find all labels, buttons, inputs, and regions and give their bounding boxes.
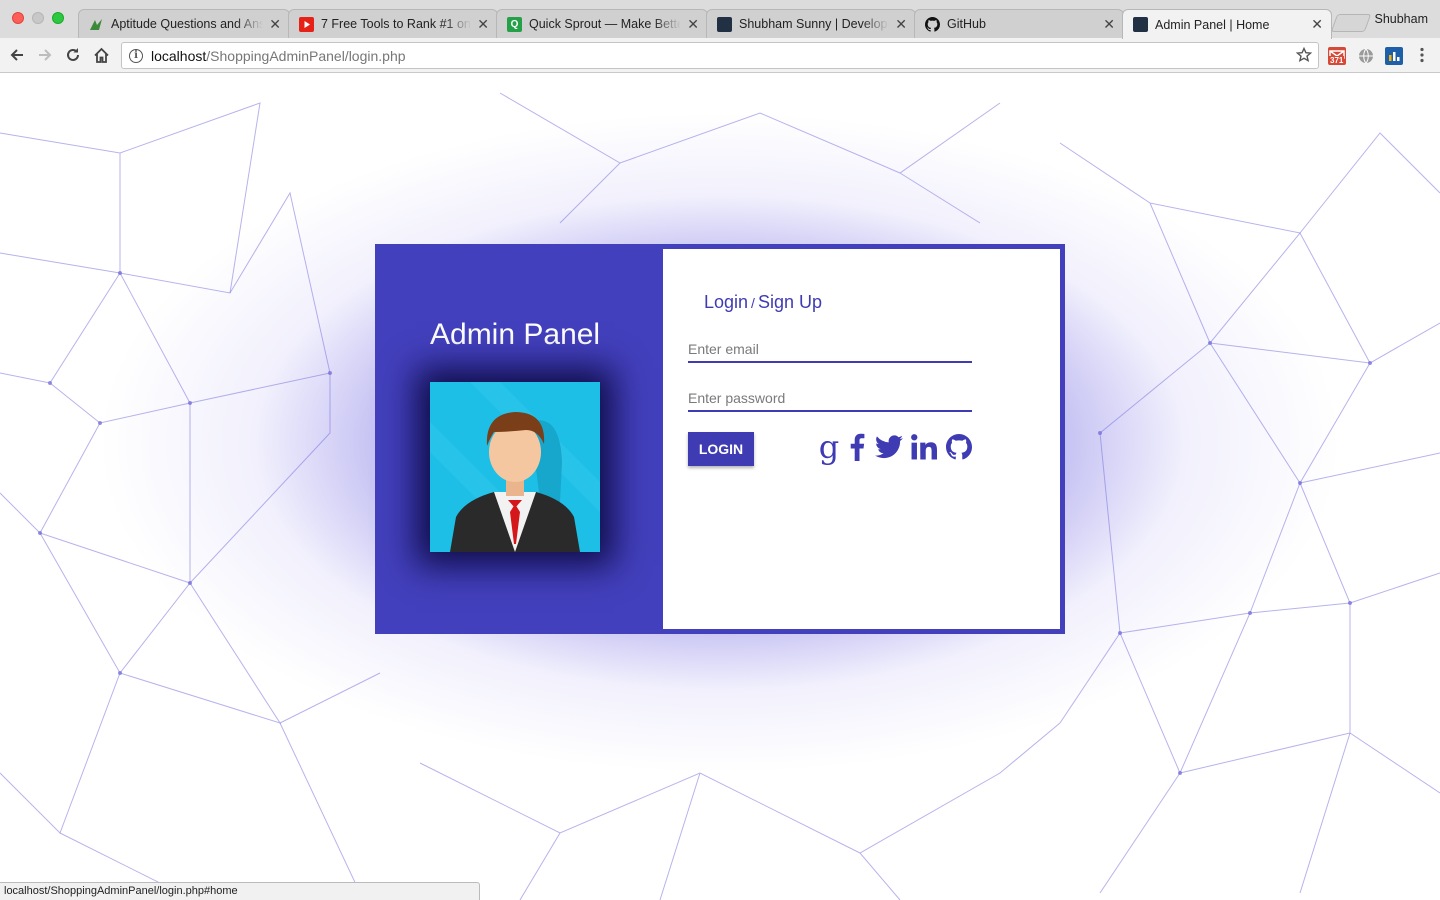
profile-name[interactable]: Shubham [1374, 12, 1428, 26]
tab-title: Shubham Sunny | Developer [739, 17, 890, 31]
panel-title: Admin Panel [430, 318, 601, 351]
github-icon[interactable] [945, 432, 973, 462]
google-icon[interactable]: g [818, 431, 840, 463]
tab-close-icon[interactable]: ✕ [269, 16, 281, 33]
browser-tab[interactable]: Aptitude Questions and Answers ✕ [78, 9, 290, 38]
browser-tab-strip: Aptitude Questions and Answers ✕ 7 Free … [0, 0, 1440, 39]
gmail-extension-icon[interactable]: 371 [1328, 47, 1346, 65]
forward-arrow-icon[interactable] [33, 43, 57, 67]
browser-tab[interactable]: GitHub ✕ [914, 9, 1124, 38]
facebook-icon[interactable] [848, 432, 866, 462]
login-card: Admin Panel Login / Sign Up Enter email … [375, 244, 1065, 634]
email-field[interactable] [688, 337, 972, 363]
tab-close-icon[interactable]: ✕ [1103, 16, 1115, 33]
linkedin-icon[interactable] [910, 432, 938, 462]
url-host: localhost [151, 47, 207, 64]
login-form-panel: Login/Sign Up LOGIN g [663, 249, 1060, 629]
tab-title: GitHub [947, 17, 986, 31]
tab-close-icon[interactable]: ✕ [477, 16, 489, 33]
admin-avatar [430, 382, 600, 552]
url-path: /ShoppingAdminPanel/login.php [206, 47, 406, 64]
tab-title: 7 Free Tools to Rank #1 on Google [321, 17, 471, 31]
quicksprout-icon: Q [507, 16, 522, 32]
tab-close-icon[interactable]: ✕ [895, 16, 907, 33]
tab-close-icon[interactable]: ✕ [687, 16, 699, 33]
reload-icon[interactable] [61, 43, 85, 67]
browser-tab-active[interactable]: Admin Panel | Home ✕ [1122, 9, 1332, 39]
login-button[interactable]: LOGIN [688, 432, 754, 466]
form-heading: Login / Sign Up [704, 292, 822, 313]
extension-badge: 371 [1329, 56, 1345, 65]
link-status-bar: localhost/ShoppingAdminPanel/login.php#h… [0, 882, 480, 900]
browser-tab[interactable]: Q Quick Sprout — Make Better Marketing ✕ [496, 9, 708, 38]
tab-close-icon[interactable]: ✕ [1311, 16, 1323, 33]
back-arrow-icon[interactable] [5, 43, 29, 67]
tab-title: Quick Sprout — Make Better Marketing [529, 17, 681, 31]
heading-separator: / [751, 295, 755, 311]
youtube-icon [299, 16, 314, 32]
window-close-button[interactable] [12, 12, 24, 24]
password-field[interactable] [688, 386, 972, 412]
globe-extension-icon[interactable] [1357, 47, 1375, 65]
address-bar[interactable]: i localhost/ShoppingAdminPanel/login.php [121, 42, 1319, 69]
login-tab-link[interactable]: Login [704, 292, 748, 312]
browser-tab[interactable]: Shubham Sunny | Developer ✕ [706, 9, 916, 38]
browser-menu-icon[interactable] [1410, 43, 1434, 67]
card-brand-panel: Admin Panel [375, 244, 663, 634]
businessman-avatar-icon [430, 382, 600, 552]
profile-photo-icon [1133, 17, 1148, 32]
signup-tab-link[interactable]: Sign Up [758, 292, 822, 312]
window-maximize-button[interactable] [52, 12, 64, 24]
page-content: Admin Panel Login / Sign Up Enter email … [0, 73, 1440, 900]
profile-photo-icon [717, 16, 732, 32]
tab-title: Admin Panel | Home [1155, 17, 1270, 32]
browser-toolbar: i localhost/ShoppingAdminPanel/login.php… [0, 38, 1440, 73]
bookmark-star-icon[interactable] [1295, 46, 1313, 68]
tab-title: Aptitude Questions and Answers [111, 17, 264, 31]
home-icon[interactable] [89, 43, 113, 67]
indiabix-icon [89, 17, 104, 32]
site-info-icon[interactable]: i [129, 48, 143, 63]
analytics-extension-icon[interactable] [1385, 47, 1403, 65]
twitter-icon[interactable] [874, 432, 904, 462]
window-minimize-button[interactable] [32, 12, 44, 24]
github-icon [925, 16, 940, 32]
browser-tab[interactable]: 7 Free Tools to Rank #1 on Google ✕ [288, 9, 498, 38]
new-tab-button[interactable] [1330, 14, 1372, 32]
